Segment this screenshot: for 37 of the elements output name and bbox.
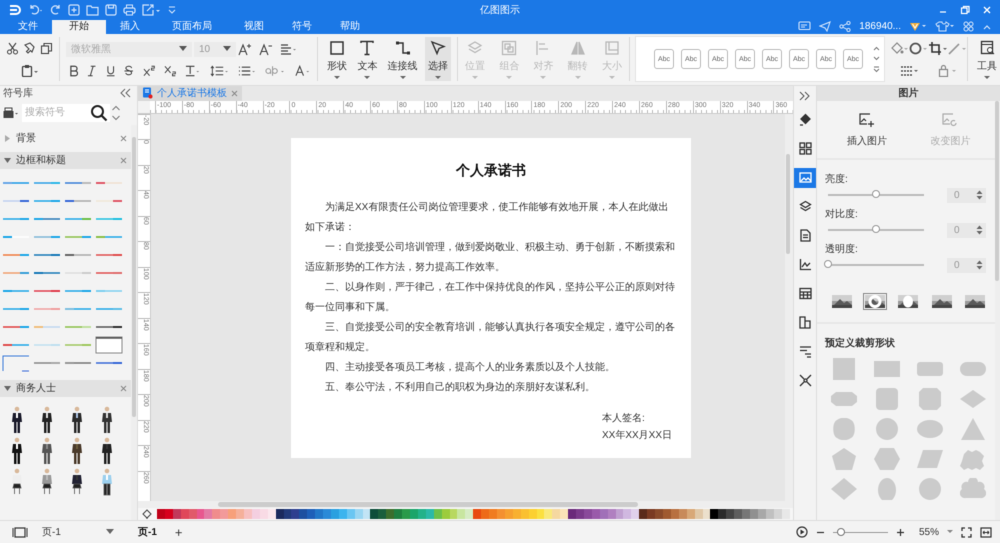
paragraph: 一：自觉接受公司培训管理，做到爱岗敬业、积极主动、勇于创新，不断摸索和适应新形势的工作方法，努力提高工作效率。: [305, 240, 676, 275]
menu-tab[interactable]: 文件: [4, 20, 52, 34]
tool-button[interactable]: 选择: [424, 37, 451, 82]
zoom-level[interactable]: 55%: [918, 526, 939, 538]
adjustment-label: 亮度:: [825, 172, 849, 186]
paragraph: 二、以身作则，严于律己，在工作中保持优良的作风，坚持公平公正的原则对待每一位同事和下属。: [305, 280, 676, 315]
tools-button[interactable]: 工具: [974, 37, 1000, 82]
paragraph: 四、主动接受各项员工考核，提高个人的业务素质以及个人技能。: [324, 360, 616, 375]
section-header[interactable]: 边框和标题: [0, 152, 131, 169]
tool-button[interactable]: 形状: [324, 37, 350, 82]
tool-button[interactable]: 连接线: [384, 37, 421, 82]
paragraph: 五、奉公守法，不利用自己的职权为身边的亲朋好友谋私利。: [324, 380, 596, 395]
paragraph: 为满足XX有限责任公司岗位管理要求，使工作能够有效地开展，本人在此做出如下承诺：: [305, 200, 670, 235]
page-dropdown[interactable]: 页-1: [42, 525, 114, 540]
tool-button[interactable]: 文本: [354, 37, 380, 82]
menu-tab[interactable]: 符号: [278, 20, 326, 34]
menu-tab[interactable]: 开始: [52, 20, 106, 34]
section-header[interactable]: 商务人士: [0, 380, 131, 397]
panel-header: 图片: [817, 86, 1000, 101]
user-name[interactable]: 186940...: [859, 21, 901, 32]
page-tab[interactable]: 页-1: [132, 525, 163, 540]
window-title: 亿图图示: [480, 4, 520, 17]
search-field[interactable]: 搜索符号: [22, 104, 110, 122]
paragraph: 三、自觉接受公司的安全教育培训，能够认真执行各项安全规定，遵守公司的各项章程和规定。: [305, 320, 676, 355]
add-page-button[interactable]: +: [170, 524, 186, 540]
menu-tab[interactable]: 页面布局: [154, 20, 230, 34]
panel-title: 符号库: [3, 86, 33, 100]
date-text: XX年XX月XX日: [602, 428, 672, 443]
signature-label: 本人签名:: [602, 412, 645, 426]
menu-tab[interactable]: 视图: [230, 20, 278, 34]
image-action-button[interactable]: 插入图片: [846, 112, 887, 148]
adjustment-label: 对比度:: [825, 208, 859, 221]
document-title: 个人承诺书: [454, 162, 527, 180]
menu-tab[interactable]: 插入: [106, 20, 154, 34]
adjustment-label: 透明度:: [825, 242, 859, 256]
menu-tab[interactable]: 帮助: [326, 20, 374, 34]
section-title: 预定义裁剪形状: [824, 336, 896, 351]
